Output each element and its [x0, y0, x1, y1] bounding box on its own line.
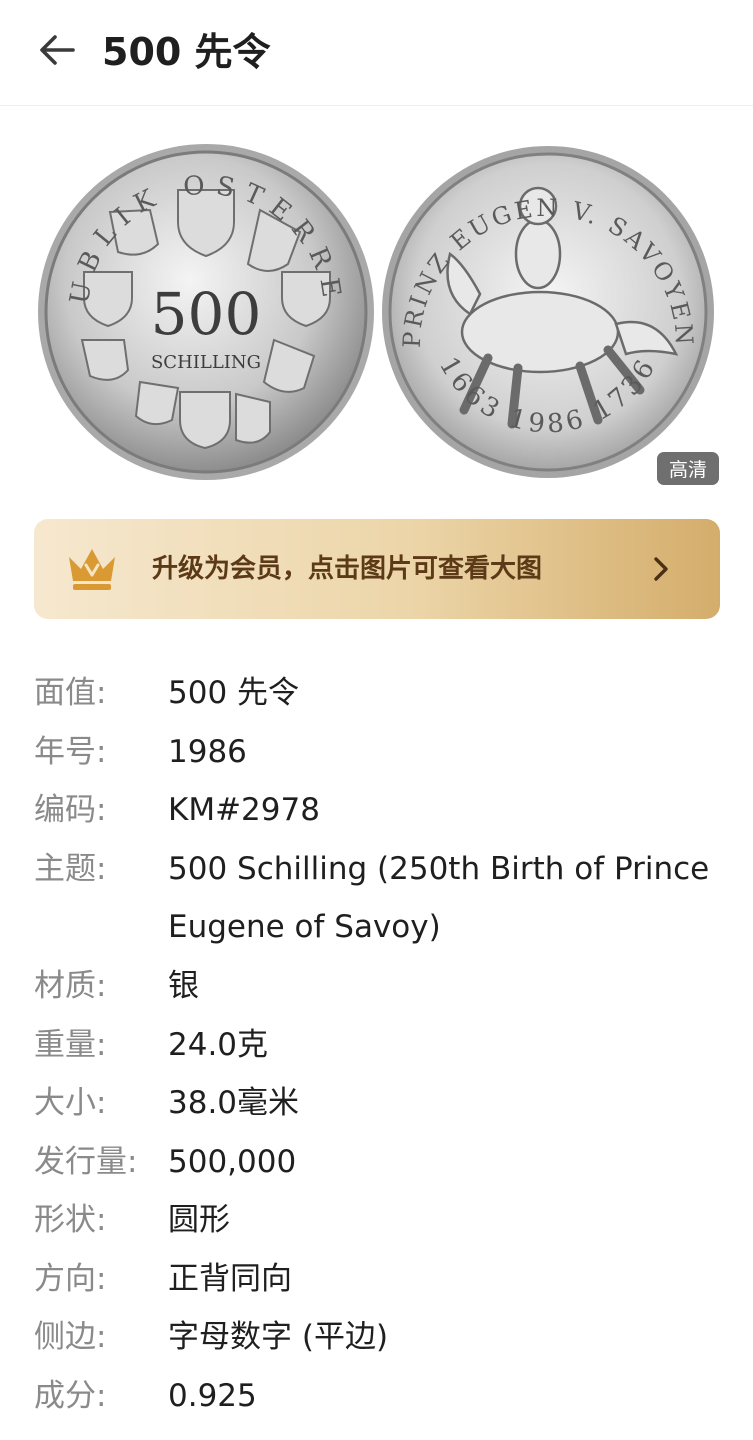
vip-banner-text: 升级为会员，点击图片可查看大图	[152, 554, 543, 584]
detail-value: 500,000	[168, 1144, 297, 1180]
detail-label: 方向:	[34, 1261, 107, 1297]
coin-images: 500 SCHILLING REPUBLIK OSTERREICH P	[0, 130, 753, 500]
top-bar: 500 先令	[0, 0, 753, 106]
detail-value: 38.0毫米	[168, 1085, 300, 1121]
detail-value: 24.0克	[168, 1027, 269, 1063]
detail-label: 大小:	[34, 1085, 107, 1121]
detail-value: 正背同向	[168, 1261, 292, 1297]
detail-value: 字母数字 (平边)	[168, 1319, 389, 1355]
detail-label: 面值:	[34, 675, 107, 711]
coin-reverse-image[interactable]: PRINZ EUGEN V. SAVOYEN 1663 1986 1736	[380, 144, 716, 480]
detail-value: 500 Schilling (250th Birth of Prince Eug…	[168, 851, 710, 945]
detail-value: 圆形	[168, 1202, 230, 1238]
detail-value: KM#2978	[168, 792, 320, 828]
obverse-unit: SCHILLING	[151, 352, 261, 373]
detail-label: 形状:	[34, 1202, 107, 1238]
detail-label: 侧边:	[34, 1319, 107, 1355]
detail-value: 500 先令	[168, 675, 300, 711]
detail-label: 主题:	[34, 851, 107, 887]
detail-value: 1986	[168, 734, 247, 770]
detail-label: 重量:	[34, 1027, 107, 1063]
back-button[interactable]	[34, 30, 80, 70]
page-title: 500 先令	[102, 30, 271, 74]
detail-label: 编码:	[34, 792, 107, 828]
coin-obverse-image[interactable]: 500 SCHILLING REPUBLIK OSTERREICH	[36, 142, 376, 482]
obverse-value: 500	[151, 280, 262, 348]
chevron-right-icon	[654, 557, 668, 581]
detail-value: 银	[168, 968, 199, 1004]
hd-badge[interactable]: 高清	[657, 452, 719, 485]
detail-label: 成分:	[34, 1378, 107, 1414]
vip-upgrade-banner[interactable]: 升级为会员，点击图片可查看大图	[34, 519, 720, 619]
detail-label: 材质:	[34, 968, 107, 1004]
crown-icon	[69, 549, 115, 590]
arrow-left-icon	[40, 35, 75, 65]
detail-value: 0.925	[168, 1378, 257, 1414]
detail-label: 年号:	[34, 734, 107, 770]
detail-label: 发行量:	[34, 1144, 138, 1180]
